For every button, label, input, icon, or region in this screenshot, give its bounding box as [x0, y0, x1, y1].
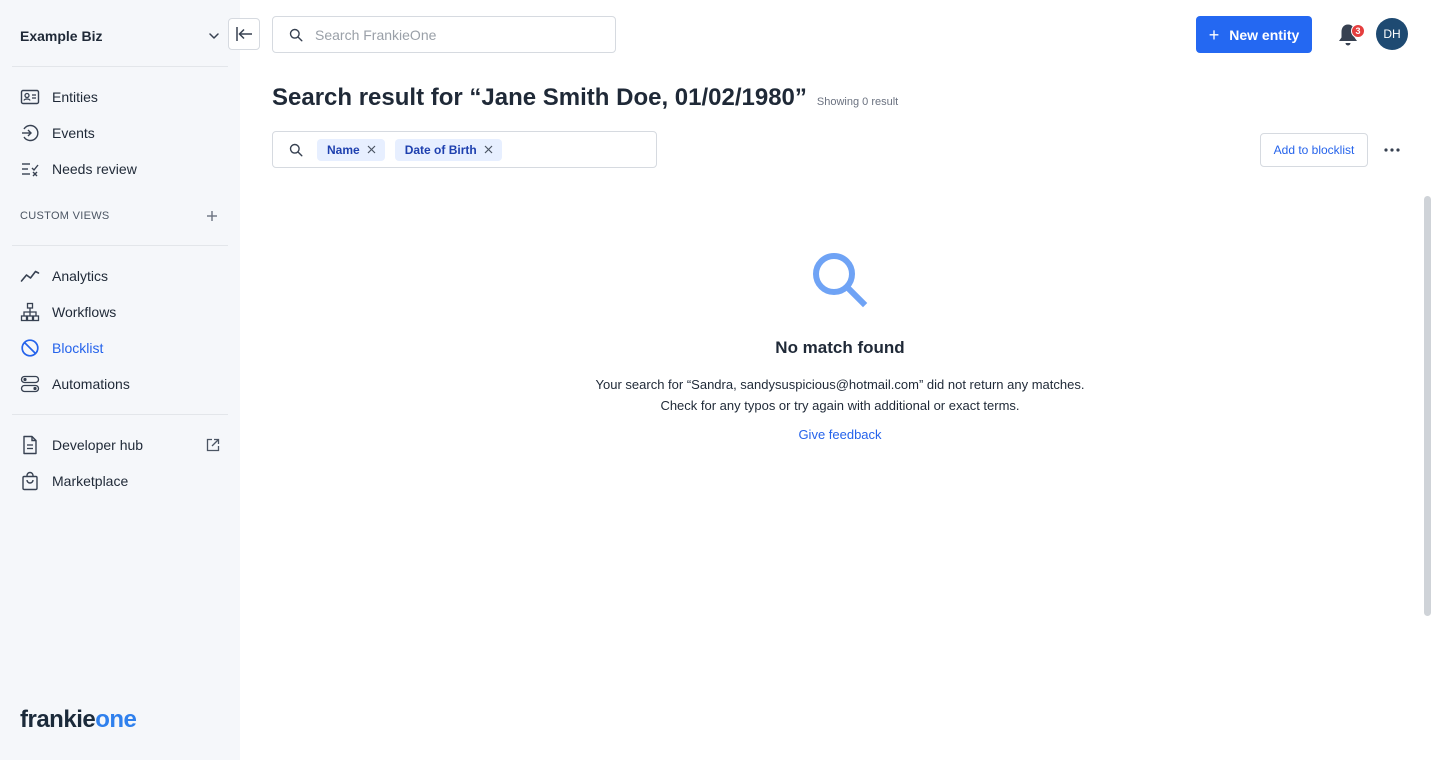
sidebar-divider: [12, 245, 228, 246]
avatar[interactable]: DH: [1376, 18, 1408, 50]
empty-state-title: No match found: [775, 338, 905, 357]
brand-logo-part1: frankie: [20, 706, 96, 733]
give-feedback-link[interactable]: Give feedback: [798, 427, 881, 442]
filter-chip-label: Date of Birth: [404, 142, 477, 157]
external-link-icon: [206, 438, 220, 452]
sidebar-item-automations[interactable]: Automations: [20, 370, 220, 398]
events-icon: [20, 123, 40, 143]
sidebar-item-marketplace[interactable]: Marketplace: [20, 467, 220, 495]
search-input[interactable]: [315, 26, 595, 43]
analytics-icon: [20, 266, 40, 286]
brand-logo: frankieone: [20, 706, 137, 734]
custom-views-header: CUSTOM VIEWS: [20, 206, 220, 226]
remove-filter-icon[interactable]: [484, 145, 494, 155]
filter-chip-name[interactable]: Name: [317, 138, 385, 161]
remove-filter-icon[interactable]: [367, 145, 377, 155]
sidebar-item-workflows[interactable]: Workflows: [20, 298, 220, 326]
automations-icon: [20, 374, 40, 394]
id-card-icon: [20, 87, 40, 107]
sidebar-divider: [12, 66, 228, 67]
add-to-blocklist-button[interactable]: Add to blocklist: [1260, 133, 1368, 167]
brand-logo-part2: one: [95, 706, 137, 733]
sidebar-item-label: Events: [52, 125, 95, 141]
more-options-icon[interactable]: [1380, 138, 1404, 162]
search-icon: [289, 143, 303, 157]
custom-views-title: CUSTOM VIEWS: [20, 210, 110, 222]
sidebar-item-blocklist[interactable]: Blocklist: [20, 334, 220, 362]
sidebar-item-label: Developer hub: [52, 437, 144, 453]
new-entity-label: New entity: [1229, 26, 1300, 43]
notification-count-badge: 3: [1351, 24, 1365, 38]
search-icon: [289, 28, 303, 42]
filter-chip-date-of-birth[interactable]: Date of Birth: [394, 138, 502, 161]
sidebar-item-label: Needs review: [52, 161, 137, 177]
sidebar-item-label: Entities: [52, 89, 98, 105]
plus-icon: +: [1208, 24, 1220, 45]
empty-state-line-2: Check for any typos or try again with ad…: [660, 398, 1020, 413]
sidebar-item-events[interactable]: Events: [20, 119, 220, 147]
sidebar-item-needs-review[interactable]: Needs review: [20, 155, 220, 183]
sidebar-item-label: Blocklist: [52, 340, 104, 356]
add-custom-view-icon[interactable]: [204, 208, 220, 224]
filter-search-bar[interactable]: Name Date of Birth: [272, 131, 657, 168]
sidebar-item-entities[interactable]: Entities: [20, 83, 220, 111]
scrollbar[interactable]: [1424, 196, 1431, 616]
sidebar-item-label: Workflows: [52, 304, 117, 320]
sidebar-item-analytics[interactable]: Analytics: [20, 262, 220, 290]
empty-state: No match found Your search for “Sandra, …: [540, 250, 1140, 444]
sidebar-divider: [12, 414, 228, 415]
org-name: Example Biz: [20, 28, 103, 44]
new-entity-button[interactable]: + New entity: [1196, 16, 1312, 53]
workflows-icon: [20, 302, 40, 322]
filter-chip-label: Name: [327, 142, 360, 157]
needs-review-icon: [20, 159, 40, 179]
document-icon: [20, 435, 40, 455]
sidebar: Example Biz Entities Events Needs review…: [0, 0, 240, 760]
sidebar-item-developer-hub[interactable]: Developer hub: [20, 431, 220, 459]
sidebar-item-label: Marketplace: [52, 473, 129, 489]
page-title: Search result for “Jane Smith Doe, 01/02…: [272, 84, 807, 111]
org-switcher[interactable]: Example Biz: [20, 18, 220, 54]
empty-state-description: Your search for “Sandra, sandysuspicious…: [540, 374, 1140, 416]
collapse-sidebar-button[interactable]: [228, 18, 260, 50]
sidebar-item-label: Automations: [52, 376, 130, 392]
empty-state-line-1: Your search for “Sandra, sandysuspicious…: [595, 377, 1085, 392]
global-search[interactable]: [272, 16, 616, 53]
result-count: Showing 0 result: [816, 96, 899, 108]
collapse-left-icon: [236, 27, 252, 41]
chevron-down-icon: [208, 30, 220, 42]
shopping-bag-icon: [20, 471, 40, 491]
page-heading: Search result for “Jane Smith Doe, 01/02…: [272, 84, 898, 112]
magnifier-icon: [810, 250, 870, 310]
sidebar-item-label: Analytics: [52, 268, 109, 284]
blocklist-icon: [20, 338, 40, 358]
